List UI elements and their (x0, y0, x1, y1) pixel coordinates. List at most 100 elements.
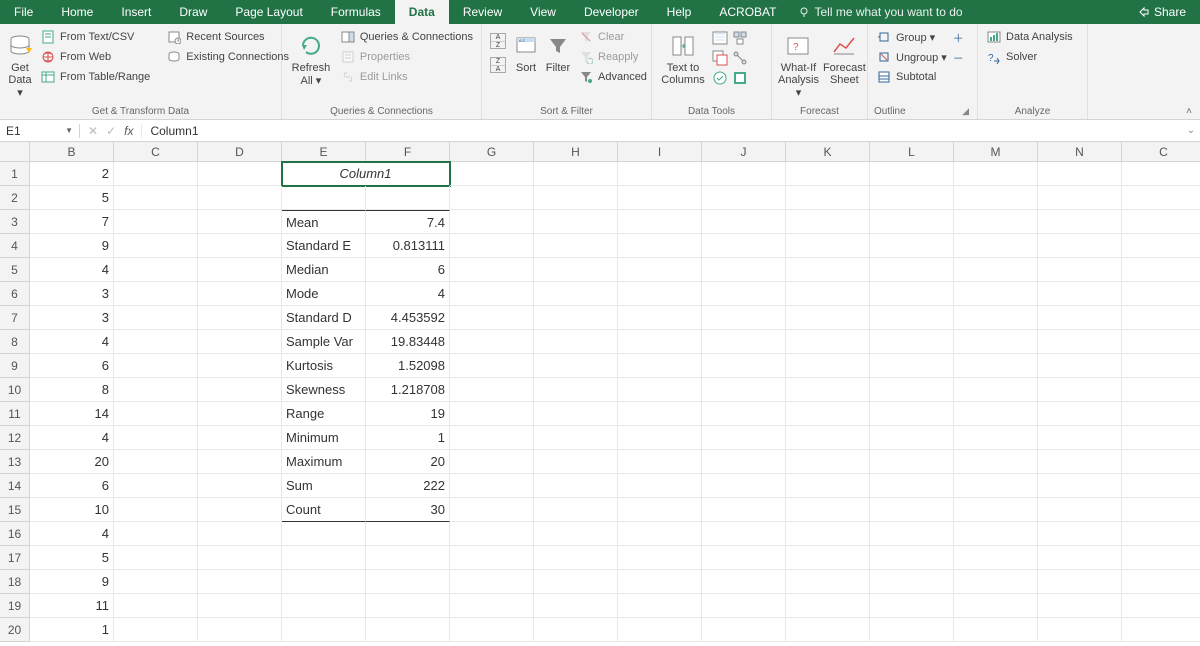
cells-grid[interactable]: 2Column157Mean7.49Standard E0.8131114Med… (30, 162, 1200, 642)
cell[interactable]: 10 (30, 498, 114, 522)
cell[interactable] (1122, 306, 1200, 330)
row-header-18[interactable]: 18 (0, 570, 30, 594)
cell[interactable] (702, 474, 786, 498)
row-header-16[interactable]: 16 (0, 522, 30, 546)
cell[interactable] (1038, 618, 1122, 642)
cell[interactable] (114, 258, 198, 282)
edit-links-button[interactable]: Edit Links (338, 68, 475, 86)
cell[interactable]: Count (282, 498, 366, 522)
cell[interactable] (198, 570, 282, 594)
cell[interactable] (702, 618, 786, 642)
row-header-2[interactable]: 2 (0, 186, 30, 210)
cell[interactable] (366, 546, 450, 570)
col-header-K[interactable]: K (786, 142, 870, 162)
cell[interactable] (1038, 426, 1122, 450)
row-header-11[interactable]: 11 (0, 402, 30, 426)
cell[interactable] (114, 306, 198, 330)
tell-me-search[interactable]: Tell me what you want to do (790, 5, 970, 19)
cell[interactable] (1038, 378, 1122, 402)
cell[interactable]: Mean (282, 210, 366, 234)
cell[interactable] (1038, 210, 1122, 234)
cell[interactable]: Kurtosis (282, 354, 366, 378)
cell[interactable] (534, 330, 618, 354)
cell[interactable] (534, 618, 618, 642)
cell[interactable] (450, 282, 534, 306)
cell[interactable] (1038, 450, 1122, 474)
tab-file[interactable]: File (0, 0, 47, 24)
cell[interactable] (786, 426, 870, 450)
cell[interactable] (702, 210, 786, 234)
cell[interactable] (786, 234, 870, 258)
row-header-5[interactable]: 5 (0, 258, 30, 282)
show-detail-icon[interactable]: ＋ (953, 30, 964, 46)
cell[interactable] (1122, 570, 1200, 594)
cell[interactable] (786, 474, 870, 498)
cell[interactable] (870, 210, 954, 234)
cell[interactable] (954, 378, 1038, 402)
cell[interactable] (1038, 474, 1122, 498)
row-header-20[interactable]: 20 (0, 618, 30, 642)
cell[interactable] (870, 570, 954, 594)
cell[interactable]: 3 (30, 282, 114, 306)
cell[interactable]: Sum (282, 474, 366, 498)
cell[interactable]: 2 (30, 162, 114, 186)
cell[interactable] (954, 234, 1038, 258)
cell[interactable]: 3 (30, 306, 114, 330)
cell[interactable]: 4.453592 (366, 306, 450, 330)
tab-developer[interactable]: Developer (570, 0, 653, 24)
cell[interactable] (198, 282, 282, 306)
cell[interactable] (786, 210, 870, 234)
cell[interactable] (450, 450, 534, 474)
cell[interactable] (954, 474, 1038, 498)
cell[interactable] (366, 570, 450, 594)
ribbon-collapse-button[interactable]: ˄ (1186, 106, 1192, 117)
cell[interactable] (534, 570, 618, 594)
cell[interactable] (954, 570, 1038, 594)
col-header-F[interactable]: F (366, 142, 450, 162)
cell[interactable] (450, 354, 534, 378)
cell[interactable]: 222 (366, 474, 450, 498)
cell[interactable] (618, 378, 702, 402)
select-all-corner[interactable] (0, 142, 30, 162)
from-table-button[interactable]: From Table/Range (38, 68, 152, 86)
cell[interactable] (198, 210, 282, 234)
row-header-14[interactable]: 14 (0, 474, 30, 498)
tab-page-layout[interactable]: Page Layout (221, 0, 316, 24)
row-header-12[interactable]: 12 (0, 426, 30, 450)
worksheet[interactable]: ▲ BCDEFGHIJKLMNC 12345678910111213141516… (0, 142, 1200, 646)
cell[interactable] (954, 282, 1038, 306)
tab-data[interactable]: Data (395, 0, 449, 24)
row-header-19[interactable]: 19 (0, 594, 30, 618)
cell[interactable] (114, 570, 198, 594)
data-validation-icon[interactable] (712, 70, 728, 86)
get-data-button[interactable]: Get Data ▾ (6, 28, 34, 99)
subtotal-button[interactable]: Subtotal (874, 68, 949, 86)
cell[interactable]: 7 (30, 210, 114, 234)
from-text-csv-button[interactable]: From Text/CSV (38, 28, 152, 46)
cell[interactable] (534, 162, 618, 186)
cell[interactable]: Standard D (282, 306, 366, 330)
text-to-columns-button[interactable]: Text to Columns (658, 28, 708, 86)
cell[interactable]: 30 (366, 498, 450, 522)
cell[interactable] (1038, 594, 1122, 618)
recent-sources-button[interactable]: Recent Sources (164, 28, 291, 46)
cell[interactable] (954, 522, 1038, 546)
cell[interactable]: 4 (30, 426, 114, 450)
cell[interactable] (282, 570, 366, 594)
outline-launcher[interactable]: ◢ (962, 106, 971, 117)
cell[interactable] (702, 186, 786, 210)
cell[interactable] (702, 594, 786, 618)
cell[interactable] (786, 306, 870, 330)
cell[interactable] (114, 426, 198, 450)
cell[interactable] (534, 474, 618, 498)
cell[interactable] (450, 426, 534, 450)
cell[interactable] (870, 426, 954, 450)
cell[interactable] (702, 522, 786, 546)
cell[interactable] (198, 522, 282, 546)
cell[interactable]: 1.52098 (366, 354, 450, 378)
cell[interactable] (366, 522, 450, 546)
cell[interactable]: 4 (30, 330, 114, 354)
cell[interactable]: Standard E (282, 234, 366, 258)
cell[interactable] (534, 258, 618, 282)
row-header-17[interactable]: 17 (0, 546, 30, 570)
